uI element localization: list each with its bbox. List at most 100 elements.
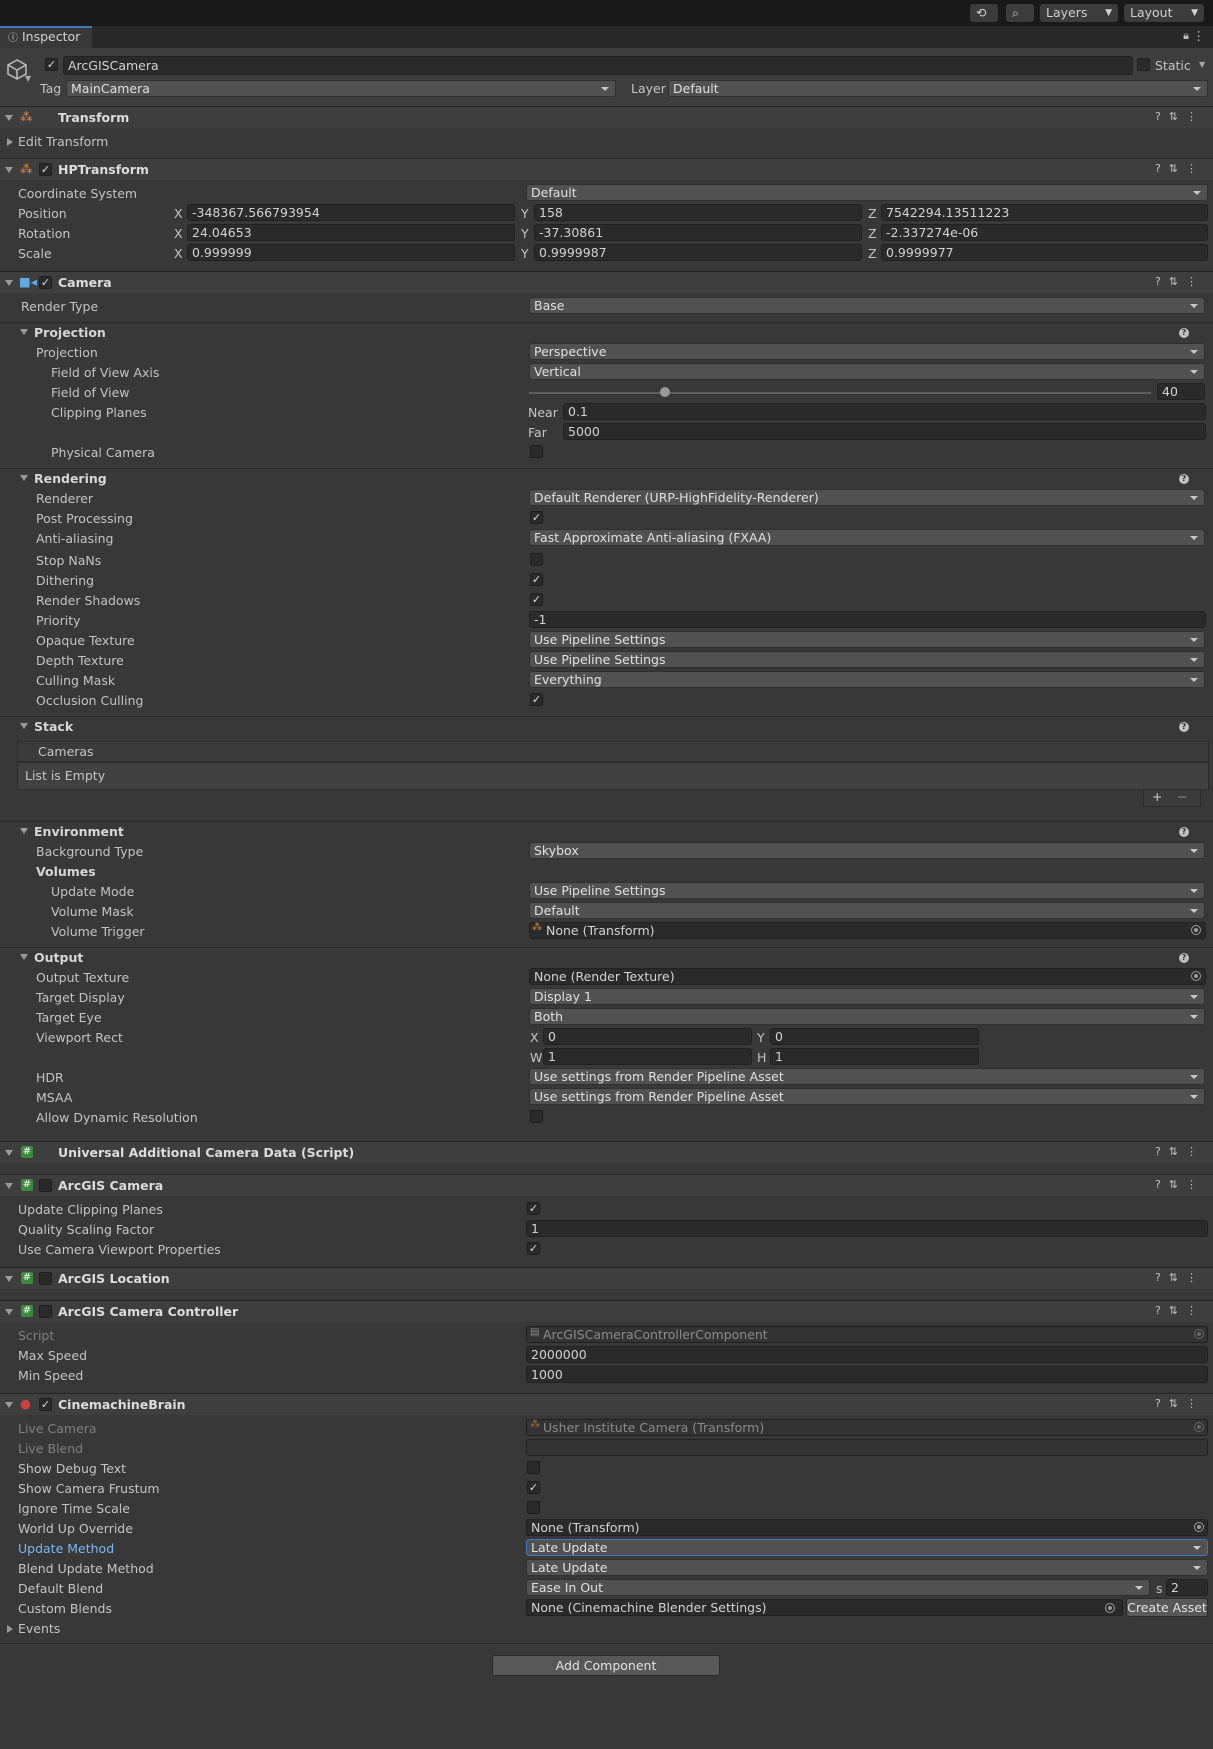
update-clipping-checkbox[interactable]: ✓ [527,1202,540,1215]
chevron-right-icon[interactable] [7,1625,13,1633]
object-picker-icon[interactable] [1191,971,1201,981]
component-header-icons[interactable]: ?⇅⋮ [1155,1178,1205,1191]
object-picker-icon[interactable] [1191,925,1201,935]
opaque-texture-dropdown[interactable]: Use Pipeline Settings [529,631,1205,648]
cinemachine-brain-component-header[interactable]: ● ✓ CinemachineBrain ?⇅⋮ [0,1393,1213,1415]
position-y-field[interactable]: 158 [534,204,862,221]
help-icon[interactable]: ? [1179,474,1189,484]
rotation-y-field[interactable]: -37.30861 [534,224,862,241]
physical-camera-checkbox[interactable] [530,445,543,458]
stack-section-header[interactable]: Stack ? [0,716,1213,736]
update-method-dropdown[interactable]: Late Update [526,1539,1208,1556]
chevron-down-icon[interactable] [5,1402,13,1408]
far-field[interactable]: 5000 [563,423,1206,440]
viewport-h-field[interactable]: 1 [770,1048,979,1065]
enabled-checkbox[interactable] [39,1305,52,1318]
chevron-down-icon[interactable] [5,1276,13,1282]
component-header-icons[interactable]: ?⇅⋮ [1155,162,1205,175]
rendering-section-header[interactable]: Rendering ? [0,468,1213,488]
show-frustum-checkbox[interactable]: ✓ [527,1481,540,1494]
tag-dropdown[interactable]: MainCamera [66,80,616,97]
help-icon[interactable]: ? [1179,827,1189,837]
post-processing-checkbox[interactable]: ✓ [530,511,543,524]
render-type-dropdown[interactable]: Base [529,297,1205,314]
custom-blends-field[interactable]: None (Cinemachine Blender Settings) [526,1599,1123,1616]
tab-inspector[interactable]: ⓘ Inspector [0,26,92,48]
scale-z-field[interactable]: 0.9999977 [881,244,1208,261]
enabled-checkbox[interactable]: ✓ [39,276,52,289]
near-field[interactable]: 0.1 [563,403,1206,420]
target-display-dropdown[interactable]: Display 1 [529,988,1205,1005]
output-section-header[interactable]: Output ? [0,947,1213,967]
arcgis-location-component-header[interactable]: # ArcGIS Location ?⇅⋮ [0,1267,1213,1289]
depth-texture-dropdown[interactable]: Use Pipeline Settings [529,651,1205,668]
show-debug-text-checkbox[interactable] [527,1461,540,1474]
max-speed-field[interactable]: 2000000 [526,1346,1208,1363]
rotation-z-field[interactable]: -2.337274e-06 [881,224,1208,241]
msaa-dropdown[interactable]: Use settings from Render Pipeline Asset [529,1088,1205,1105]
enabled-checkbox[interactable]: ✓ [39,163,52,176]
layout-dropdown[interactable]: Layout ▼ [1124,4,1204,22]
stop-nans-checkbox[interactable] [530,553,543,566]
component-header-icons[interactable]: ?⇅⋮ [1155,1145,1205,1158]
background-type-dropdown[interactable]: Skybox [529,842,1205,859]
chevron-down-icon[interactable] [20,828,28,834]
fov-slider-track[interactable] [529,392,1151,394]
viewport-w-field[interactable]: 1 [543,1048,752,1065]
fov-field[interactable]: 40 [1157,383,1205,400]
history-button[interactable]: ⟲ [970,4,998,22]
world-up-field[interactable]: None (Transform) [526,1519,1208,1536]
projection-section-header[interactable]: Projection ? [0,322,1213,342]
layer-dropdown[interactable]: Default [668,80,1208,97]
default-blend-dropdown[interactable]: Ease In Out [526,1579,1150,1596]
anti-aliasing-dropdown[interactable]: Fast Approximate Anti-aliasing (FXAA) [529,529,1205,546]
culling-mask-dropdown[interactable]: Everything [529,671,1205,688]
add-component-button[interactable]: Add Component [492,1655,720,1676]
create-asset-button[interactable]: Create Asset [1126,1598,1208,1617]
object-picker-icon[interactable] [1194,1522,1204,1532]
component-header-icons[interactable]: ?⇅⋮ [1155,1304,1205,1317]
uacd-component-header[interactable]: # Universal Additional Camera Data (Scri… [0,1141,1213,1163]
arcgis-camera-component-header[interactable]: # ArcGIS Camera ?⇅⋮ [0,1174,1213,1196]
chevron-down-icon[interactable] [20,475,28,481]
viewport-y-field[interactable]: 0 [770,1028,979,1045]
component-header-icons[interactable]: ?⇅⋮ [1155,1271,1205,1284]
events-foldout[interactable]: Events [18,1621,60,1636]
enabled-checkbox[interactable] [39,1272,52,1285]
component-header-icons[interactable]: ?⇅⋮ [1155,1397,1205,1410]
search-button[interactable]: ⌕ [1006,4,1034,22]
enabled-checkbox[interactable] [39,1179,52,1192]
arcgis-controller-component-header[interactable]: # ArcGIS Camera Controller ?⇅⋮ [0,1300,1213,1322]
chevron-right-icon[interactable] [7,138,13,146]
volume-trigger-field[interactable]: None (Transform) [529,922,1206,939]
viewport-x-field[interactable]: 0 [543,1028,752,1045]
quality-scaling-field[interactable]: 1 [526,1220,1208,1237]
component-header-icons[interactable]: ?⇅⋮ [1155,275,1205,288]
fov-axis-dropdown[interactable]: Vertical [529,363,1205,380]
layers-dropdown[interactable]: Layers ▼ [1040,4,1118,22]
transform-component-header[interactable]: ⁂ Transform ?⇅⋮ [0,106,1213,128]
update-mode-dropdown[interactable]: Use Pipeline Settings [529,882,1205,899]
blend-time-field[interactable]: 2 [1166,1579,1208,1596]
remove-list-item-icon[interactable]: − [1177,789,1187,804]
chevron-down-icon[interactable] [20,723,28,729]
volume-mask-dropdown[interactable]: Default [529,902,1205,919]
edit-transform-foldout[interactable]: Edit Transform [18,134,108,149]
renderer-dropdown[interactable]: Default Renderer (URP-HighFidelity-Rende… [529,489,1205,506]
min-speed-field[interactable]: 1000 [526,1366,1208,1383]
chevron-down-icon[interactable] [5,167,13,173]
add-list-item-icon[interactable]: + [1152,789,1162,804]
help-icon[interactable]: ? [1179,953,1189,963]
object-name-field[interactable]: ArcGISCamera [63,56,1133,75]
chevron-down-icon[interactable] [20,954,28,960]
render-shadows-checkbox[interactable]: ✓ [530,593,543,606]
environment-section-header[interactable]: Environment ? [0,821,1213,841]
occlusion-culling-checkbox[interactable]: ✓ [530,693,543,706]
position-z-field[interactable]: 7542294.13511223 [881,204,1208,221]
static-checkbox[interactable] [1137,58,1150,71]
active-checkbox[interactable]: ✓ [45,58,58,71]
scale-y-field[interactable]: 0.9999987 [534,244,862,261]
use-viewport-checkbox[interactable]: ✓ [527,1242,540,1255]
hdr-dropdown[interactable]: Use settings from Render Pipeline Asset [529,1068,1205,1085]
hptransform-component-header[interactable]: ⁂ ✓ HPTransform ?⇅⋮ [0,158,1213,180]
